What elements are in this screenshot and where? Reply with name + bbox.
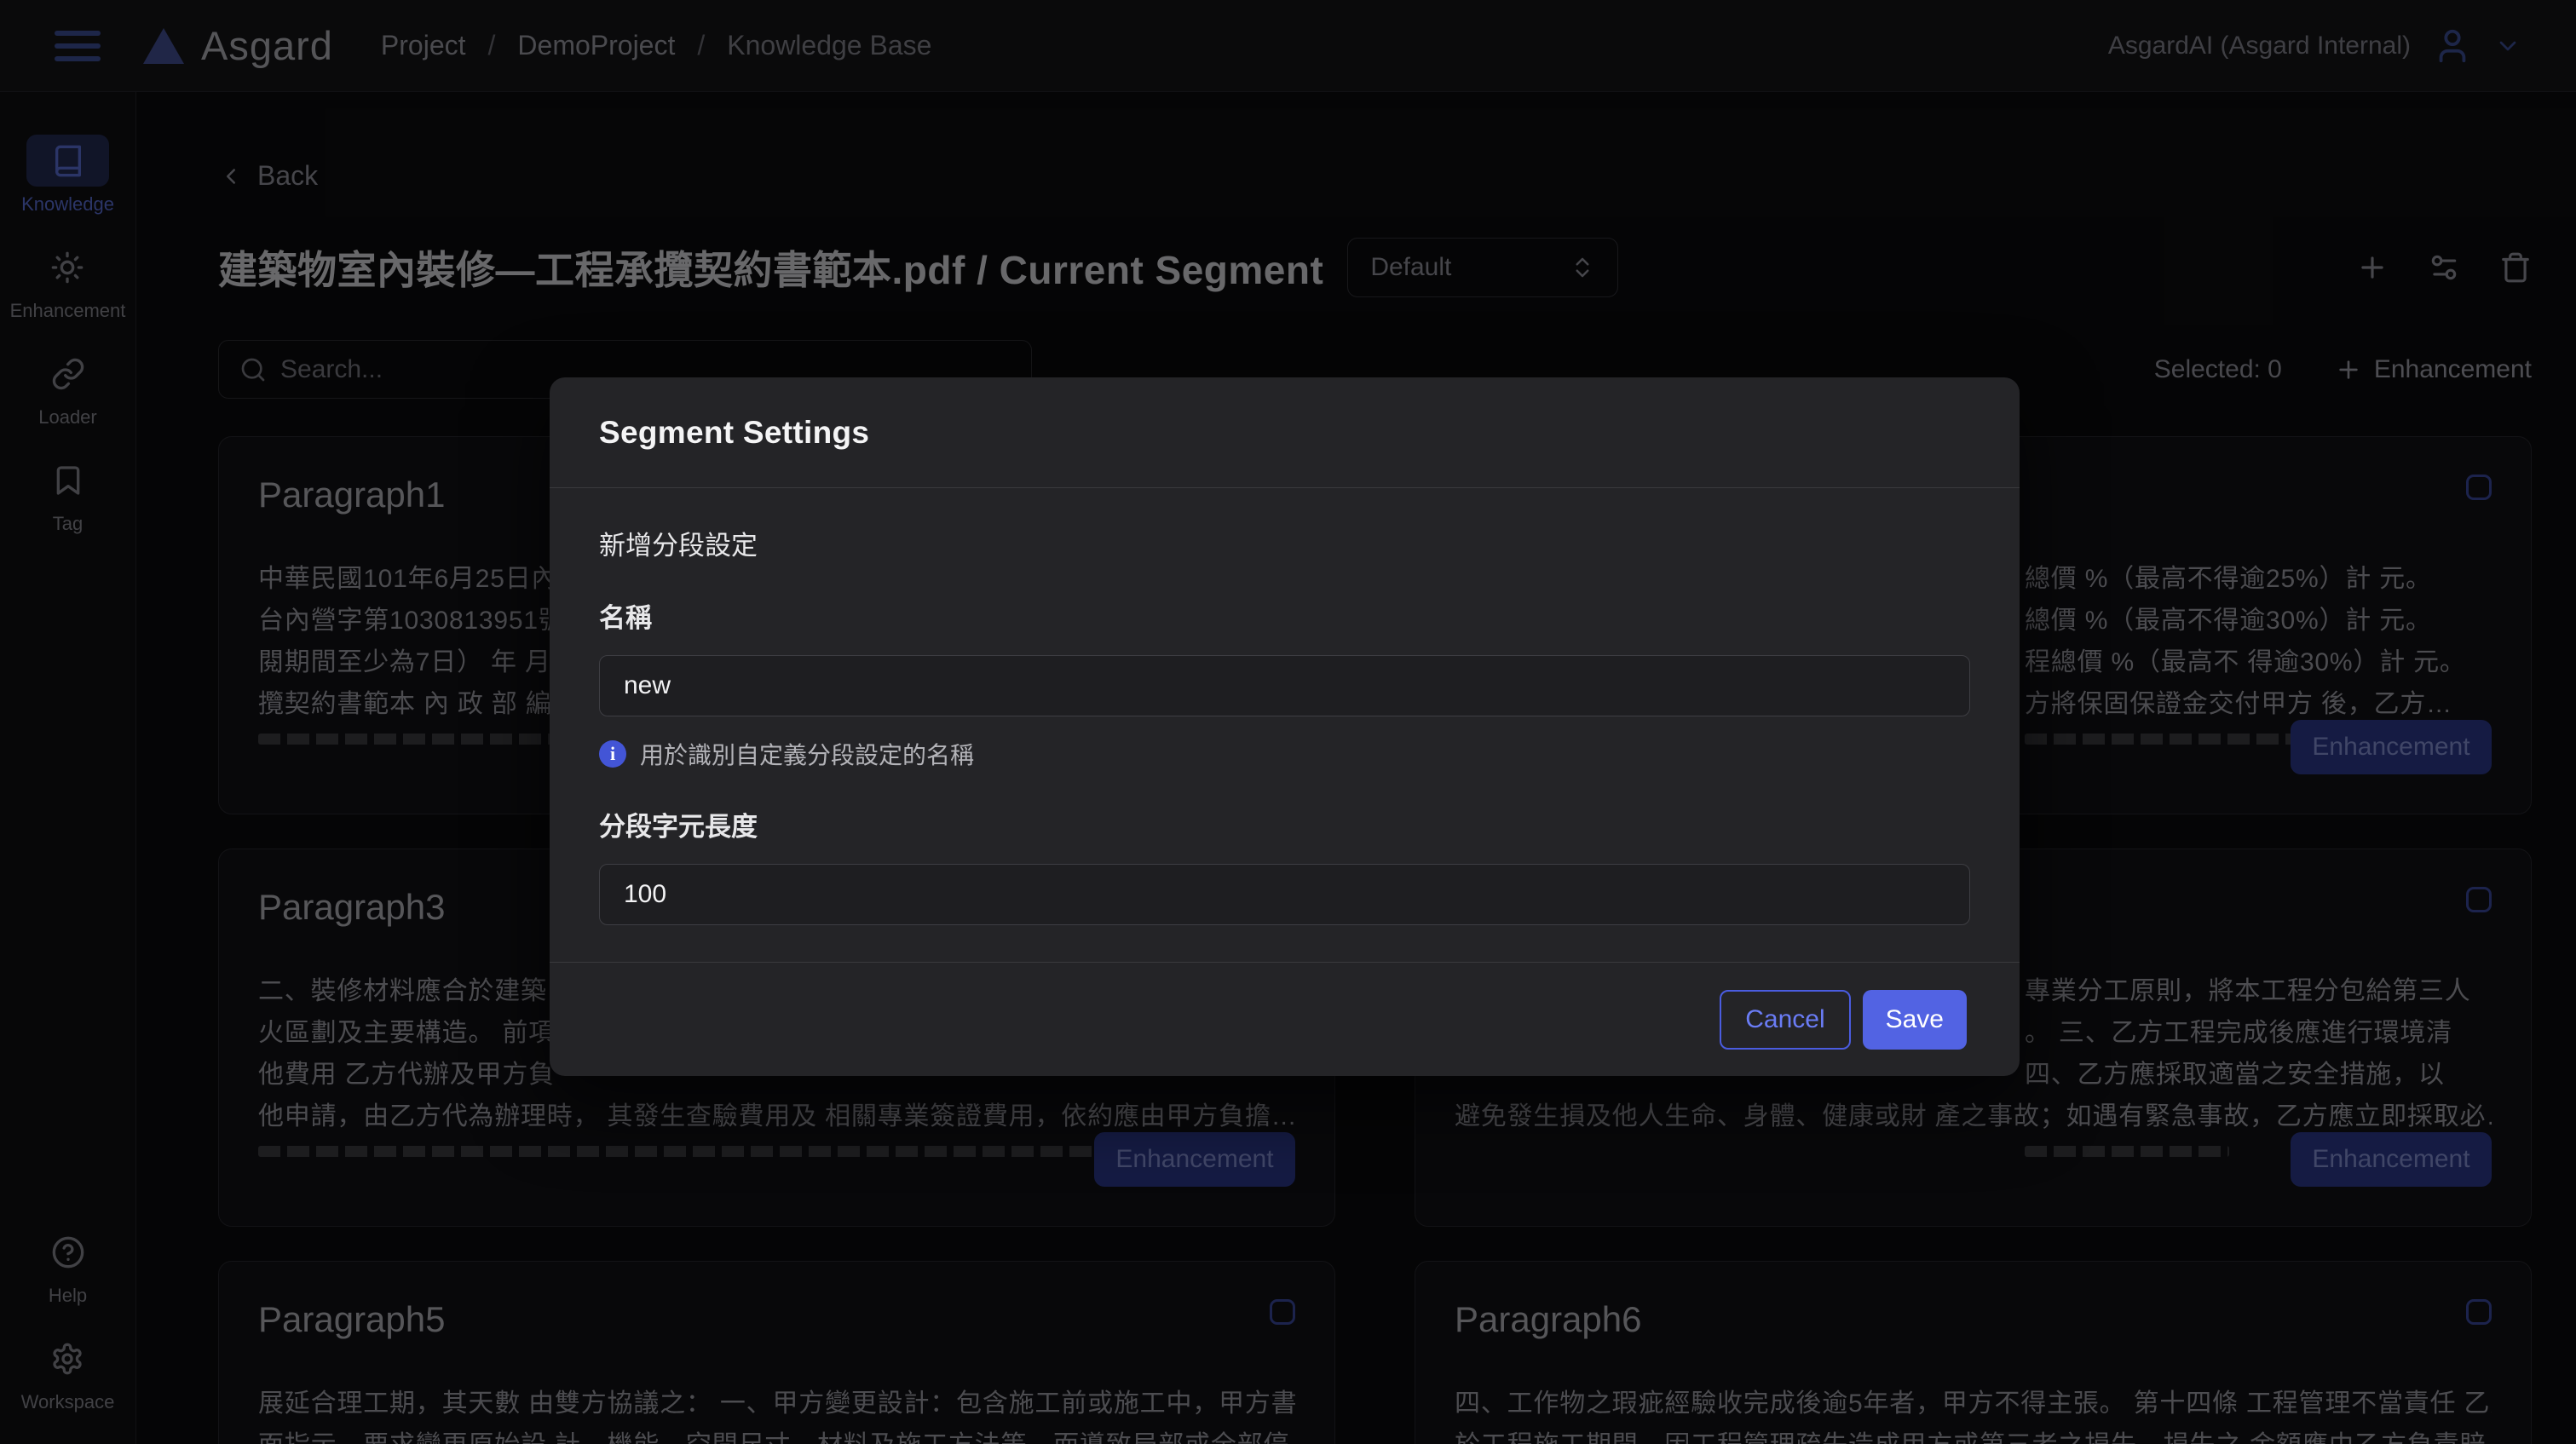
name-input[interactable] xyxy=(599,655,1970,716)
app-root: Asgard Project / DemoProject / Knowledge… xyxy=(0,0,2576,1444)
name-helper-text: 用於識別自定義分段設定的名稱 xyxy=(640,737,974,771)
modal-header: Segment Settings xyxy=(550,377,2020,488)
modal-section-heading: 新增分段設定 xyxy=(599,524,1970,562)
name-field-label: 名稱 xyxy=(599,596,1970,635)
length-field-label: 分段字元長度 xyxy=(599,805,1970,843)
modal-footer: Cancel Save xyxy=(550,962,2020,1076)
segment-settings-dialog: Segment Settings 新增分段設定 名稱 i 用於識別自定義分段設定… xyxy=(550,377,2020,1076)
modal-body: 新增分段設定 名稱 i 用於識別自定義分段設定的名稱 分段字元長度 xyxy=(550,488,2020,962)
name-helper: i 用於識別自定義分段設定的名稱 xyxy=(599,737,1970,771)
cancel-button[interactable]: Cancel xyxy=(1720,990,1850,1050)
save-button[interactable]: Save xyxy=(1863,990,1967,1050)
info-icon: i xyxy=(599,740,626,768)
segment-length-input[interactable] xyxy=(599,864,1970,925)
modal-title: Segment Settings xyxy=(599,415,869,451)
